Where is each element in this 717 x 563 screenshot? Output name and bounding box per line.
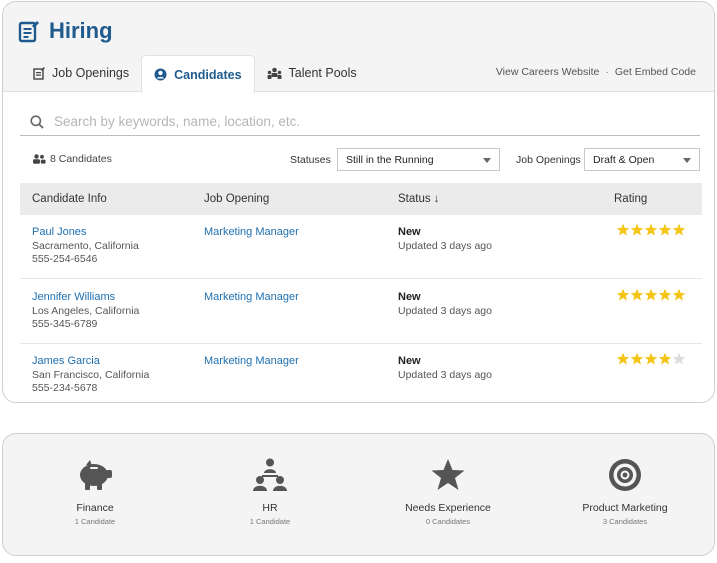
star-filled-icon[interactable] (644, 352, 658, 366)
pool-count: 1 Candidate (74, 517, 116, 526)
pool-name: Needs Experience (405, 502, 491, 514)
clipboard-edit-icon (18, 21, 39, 43)
star-filled-icon[interactable] (658, 352, 672, 366)
pool-count: 1 Candidate (249, 517, 291, 526)
job-openings-label: Job Openings (516, 154, 581, 166)
tab-label: Job Openings (52, 66, 130, 80)
job-opening-link[interactable]: Marketing Manager (204, 355, 299, 369)
candidate-location: Los Angeles, California (32, 304, 140, 317)
status-updated: Updated 3 days ago (398, 239, 492, 252)
candidate-count: 8 Candidates (32, 153, 112, 165)
link-separator: · (605, 66, 609, 78)
talent-pools-panel: Finance 1 Candidate HR 1 Candidate Needs… (2, 433, 715, 556)
page-title: Hiring (49, 18, 113, 43)
star-filled-icon[interactable] (658, 223, 672, 237)
candidate-name-link[interactable]: Paul Jones (32, 226, 139, 240)
column-header-status[interactable]: Status ↓ (398, 193, 440, 205)
table-header: Candidate Info Job Opening Status ↓ Rati… (20, 183, 702, 215)
star-filled-icon[interactable] (616, 223, 630, 237)
column-header-candidate-info[interactable]: Candidate Info (32, 193, 107, 205)
rating-stars[interactable] (616, 223, 686, 237)
job-opening-link[interactable]: Marketing Manager (204, 226, 299, 240)
candidate-count-text: 8 Candidates (50, 153, 112, 165)
star-filled-icon[interactable] (672, 223, 686, 237)
org-chart-icon (253, 458, 287, 491)
job-openings-select[interactable]: Draft & Open (584, 148, 700, 171)
star-filled-icon[interactable] (672, 288, 686, 302)
pool-count: 0 Candidates (425, 517, 471, 526)
table-row: James Garcia San Francisco, California 5… (20, 344, 702, 402)
star-filled-icon[interactable] (644, 288, 658, 302)
candidate-location: San Francisco, California (32, 368, 150, 381)
search-input[interactable] (54, 114, 654, 129)
column-header-rating[interactable]: Rating (614, 193, 647, 205)
get-embed-code-link[interactable]: Get Embed Code (615, 66, 696, 78)
candidate-location: Sacramento, California (32, 239, 139, 252)
candidate-name-link[interactable]: Jennifer Williams (32, 291, 139, 305)
status-value: New (398, 291, 421, 303)
star-filled-icon[interactable] (630, 223, 644, 237)
star-empty-icon[interactable] (672, 352, 686, 366)
candidate-phone: 555-345-6789 (32, 318, 98, 330)
search-icon (30, 114, 44, 129)
rating-stars[interactable] (616, 352, 686, 366)
table-row: Jennifer Williams Los Angeles, Californi… (20, 280, 702, 344)
status-updated: Updated 3 days ago (398, 304, 492, 317)
view-careers-link[interactable]: View Careers Website (496, 66, 600, 78)
star-filled-icon[interactable] (644, 223, 658, 237)
star-filled-icon[interactable] (616, 352, 630, 366)
target-icon (609, 459, 641, 491)
people-icon (33, 154, 46, 164)
pool-name: Product Marketing (582, 502, 668, 514)
filter-bar: 8 Candidates Statuses Still in the Runni… (20, 148, 702, 172)
table-row: Paul Jones Sacramento, California 555-25… (20, 215, 702, 279)
statuses-value: Still in the Running (346, 154, 434, 166)
candidate-name-link[interactable]: James Garcia (32, 355, 149, 369)
tab-label: Candidates (174, 67, 242, 82)
star-filled-icon[interactable] (616, 288, 630, 302)
status-value: New (398, 355, 421, 367)
pool-needs-experience[interactable]: Needs Experience 0 Candidates (368, 458, 528, 526)
candidate-phone: 555-254-6546 (32, 253, 98, 265)
candidates-panel: Hiring Job Openings Candidates Talent Po… (2, 1, 715, 403)
job-opening-link[interactable]: Marketing Manager (204, 291, 299, 305)
search-bar (20, 108, 700, 136)
pool-hr[interactable]: HR 1 Candidate (190, 458, 350, 526)
statuses-label: Statuses (290, 154, 331, 166)
column-header-job-opening[interactable]: Job Opening (204, 193, 269, 205)
candidate-phone: 555-234-5678 (32, 382, 98, 394)
rating-stars[interactable] (616, 288, 686, 302)
chevron-down-icon (483, 158, 491, 163)
chevron-down-icon (683, 158, 691, 163)
tab-talent-pools[interactable]: Talent Pools (255, 54, 369, 92)
pool-name: Finance (76, 502, 114, 514)
tab-bar: Job Openings Candidates Talent Pools (21, 54, 369, 93)
header-links: View Careers Website · Get Embed Code (496, 66, 696, 78)
star-icon (431, 459, 465, 490)
status-value: New (398, 226, 421, 238)
people-icon (267, 67, 282, 79)
tab-label: Talent Pools (288, 66, 357, 80)
user-circle-icon (154, 68, 167, 81)
job-openings-value: Draft & Open (593, 154, 655, 166)
star-filled-icon[interactable] (630, 288, 644, 302)
tab-candidates[interactable]: Candidates (141, 55, 255, 93)
pool-finance[interactable]: Finance 1 Candidate (15, 458, 175, 526)
tab-job-openings[interactable]: Job Openings (21, 54, 141, 92)
pool-name: HR (262, 502, 278, 514)
page-header: Hiring Job Openings Candidates Talent Po… (3, 2, 714, 93)
star-filled-icon[interactable] (630, 352, 644, 366)
pool-product-marketing[interactable]: Product Marketing 3 Candidates (545, 458, 705, 526)
clipboard-icon (33, 66, 45, 80)
piggy-bank-icon (80, 460, 112, 490)
statuses-select[interactable]: Still in the Running (337, 148, 500, 171)
star-filled-icon[interactable] (658, 288, 672, 302)
pool-count: 3 Candidates (602, 517, 648, 526)
status-updated: Updated 3 days ago (398, 368, 492, 381)
